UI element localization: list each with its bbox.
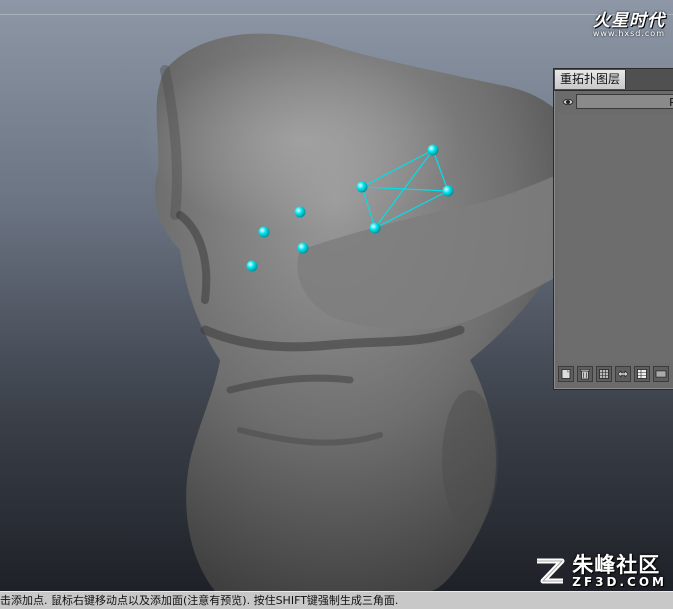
mesh-highlight: [140, 50, 460, 230]
retopo-point[interactable]: [356, 181, 368, 193]
delete-layer-button[interactable]: [577, 366, 593, 382]
status-text: 击添加点. 鼠标右键移动点以及添加面(注意有预览). 按住SHIFT键强制生成三…: [0, 594, 399, 607]
mesh-shadow: [442, 390, 498, 530]
layer-list: [558, 113, 673, 363]
zf3d-logo-icon: [537, 558, 565, 583]
watermark-hxsd-url: www.hxsd.com: [592, 29, 665, 38]
swap-icon: [617, 370, 629, 378]
retopo-point[interactable]: [427, 144, 439, 156]
watermark-hxsd: 火星时代 www.hxsd.com: [593, 6, 665, 38]
eye-icon[interactable]: [562, 96, 574, 108]
retopo-point[interactable]: [258, 226, 270, 238]
film-icon: [655, 370, 667, 378]
watermark-hxsd-name: 火星时代: [593, 11, 665, 31]
3d-viewport[interactable]: 火星时代 www.hxsd.com 重拓扑图层 Re: [0, 0, 673, 591]
table-button[interactable]: [634, 366, 650, 382]
film-button[interactable]: [653, 366, 669, 382]
table-icon: [637, 369, 647, 379]
retopo-point[interactable]: [369, 222, 381, 234]
status-bar: 击添加点. 鼠标右键移动点以及添加面(注意有预览). 按住SHIFT键强制生成三…: [0, 591, 673, 609]
layer-name-field[interactable]: Re: [576, 94, 673, 109]
retopo-point[interactable]: [246, 260, 258, 272]
retopo-layer-panel: 重拓扑图层 Re: [553, 68, 673, 390]
layer-row[interactable]: Re: [558, 94, 673, 110]
watermark-zf3d-name: 朱峰社区: [572, 553, 661, 577]
new-layer-button[interactable]: [558, 366, 574, 382]
swap-button[interactable]: [615, 366, 631, 382]
retopo-point[interactable]: [297, 242, 309, 254]
new-layer-icon: [561, 369, 571, 379]
panel-toolbar: [558, 366, 669, 384]
tab-retopo-layer[interactable]: 重拓扑图层: [555, 70, 627, 89]
grid-button[interactable]: [596, 366, 612, 382]
retopo-point[interactable]: [294, 206, 306, 218]
watermark-zf3d-url: ZF3D.COM: [572, 575, 667, 589]
grid-icon: [599, 369, 609, 379]
retopo-point[interactable]: [442, 185, 454, 197]
trash-icon: [580, 369, 590, 380]
watermark-zf3d: 朱峰社区 ZF3D.COM: [534, 554, 667, 589]
